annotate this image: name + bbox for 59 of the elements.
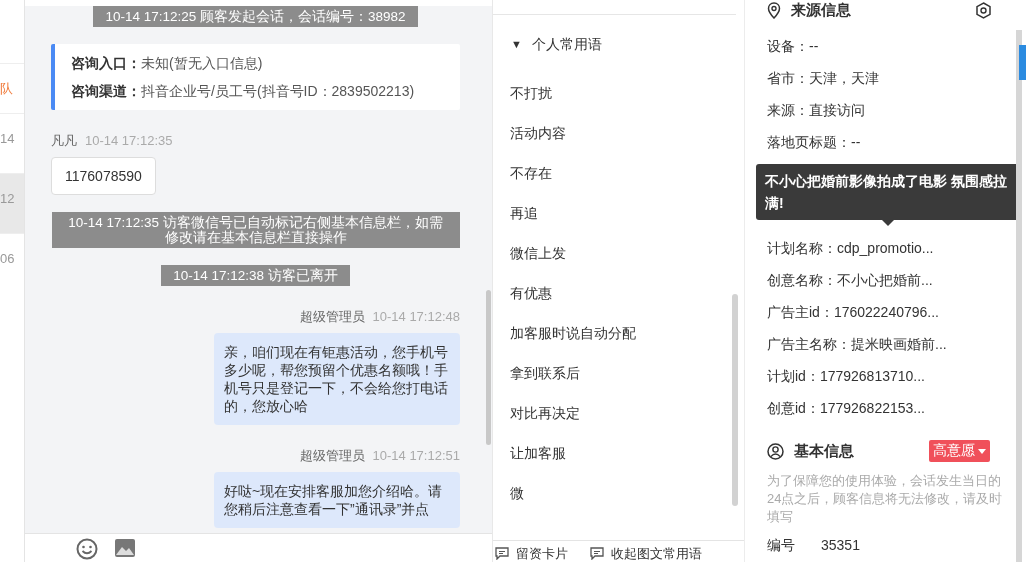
sender-name: 凡凡 <box>51 133 77 149</box>
info-row-text: 来源：直接访问 <box>767 101 865 120</box>
phrase-item[interactable]: 对比再决定 <box>493 393 580 433</box>
action-link[interactable]: 留资卡片 <box>516 545 568 562</box>
phrase-item[interactable]: 不打扰 <box>493 73 552 113</box>
message-bubble: 亲，咱们现在有钜惠活动，您手机号多少呢，帮您预留个优惠名额哦！手机号只是登记一下，不会给您打电话的，您放心哈 <box>214 333 460 425</box>
field-value: 35351 <box>821 536 860 555</box>
message-bubble: 1176078590 <box>51 157 156 195</box>
intent-dropdown[interactable]: 高意愿 <box>929 440 990 462</box>
system-message: 10-14 17:12:25 顾客发起会话，会话编号：38982 <box>93 6 418 27</box>
phrase-item[interactable]: 微信上发 <box>493 233 566 273</box>
user-icon <box>767 442 784 460</box>
field-label: 咨询入口： <box>71 54 141 72</box>
message-time: 10-14 17:12:35 <box>85 133 173 149</box>
section-title: 来源信息 <box>791 0 851 20</box>
window-edge <box>1019 45 1026 80</box>
group-title[interactable]: 个人常用语 <box>531 31 602 57</box>
toggle-caret[interactable]: ▼ <box>511 31 522 57</box>
settings-icon[interactable] <box>975 1 992 19</box>
scrollbar-thumb[interactable] <box>486 290 491 445</box>
info-row-text: 创意名称：不小心把婚前... <box>767 271 933 290</box>
section-title: 基本信息 <box>794 441 854 461</box>
phrase-item[interactable]: 再追 <box>493 193 538 233</box>
action-link[interactable]: 收起图文常用语 <box>611 545 702 562</box>
info-row-text: 广告主名称：提米映画婚前... <box>767 335 947 354</box>
message-bubble: 好哒~现在安排客服加您介绍哈。请您稍后注意查看一下”通讯录”并点 <box>214 472 460 528</box>
location-pin-icon <box>767 1 781 19</box>
field-value: 未知(暂无入口信息) <box>141 54 263 72</box>
message-time: 10-14 17:12:51 <box>372 448 460 464</box>
tooltip: 不小心把婚前影像拍成了电影 氛围感拉满! <box>756 164 1016 226</box>
field-label: 咨询渠道： <box>71 82 141 100</box>
caret-icon <box>978 448 986 454</box>
smiley-icon[interactable] <box>76 538 98 560</box>
info-row-text: 创意id：177926822153... <box>767 399 925 418</box>
system-message: 10-14 17:12:38 访客已离开 <box>161 265 350 286</box>
scrollbar-thumb[interactable] <box>732 294 738 506</box>
phrase-item[interactable]: 加客服时说自动分配 <box>493 313 636 353</box>
image-icon[interactable] <box>114 538 136 558</box>
phrase-item[interactable]: 不存在 <box>493 153 552 193</box>
system-message: 10-14 17:12:35 访客微信号已自动标记右侧基本信息栏，如需修改请在基本信息栏直接操作 <box>51 212 460 248</box>
info-row-text: 落地页标题：-- <box>767 133 861 152</box>
info-row-text: 计划名称：cdp_promotio... <box>767 239 934 258</box>
comment-icon[interactable] <box>590 547 604 560</box>
field-value: 抖音企业号/员工号(抖音号ID：2839502213) <box>141 82 415 100</box>
sender-name: 超级管理员 <box>299 309 365 325</box>
field-label: 编号 <box>767 536 795 555</box>
phrase-item[interactable]: 微 <box>493 473 524 513</box>
sender-name: 超级管理员 <box>299 448 365 464</box>
phrase-item[interactable]: 活动内容 <box>493 113 566 153</box>
notice-text: 为了保障您的使用体验，会话发生当日的24点之后，顾客信息将无法修改，请及时填写 <box>767 472 1003 526</box>
comment-icon[interactable] <box>495 547 509 560</box>
phrase-item[interactable]: 让加客服 <box>493 433 566 473</box>
info-row-text: 广告主id：176022240796... <box>767 303 939 322</box>
info-row-text: 计划id：177926813710... <box>767 367 925 386</box>
message-time: 10-14 17:12:48 <box>372 309 460 325</box>
info-row-text: 设备：-- <box>767 37 819 56</box>
info-row-text: 省市：天津，天津 <box>767 69 879 88</box>
phrase-item[interactable]: 有优惠 <box>493 273 552 313</box>
phrase-item[interactable]: 拿到联系后 <box>493 353 580 393</box>
